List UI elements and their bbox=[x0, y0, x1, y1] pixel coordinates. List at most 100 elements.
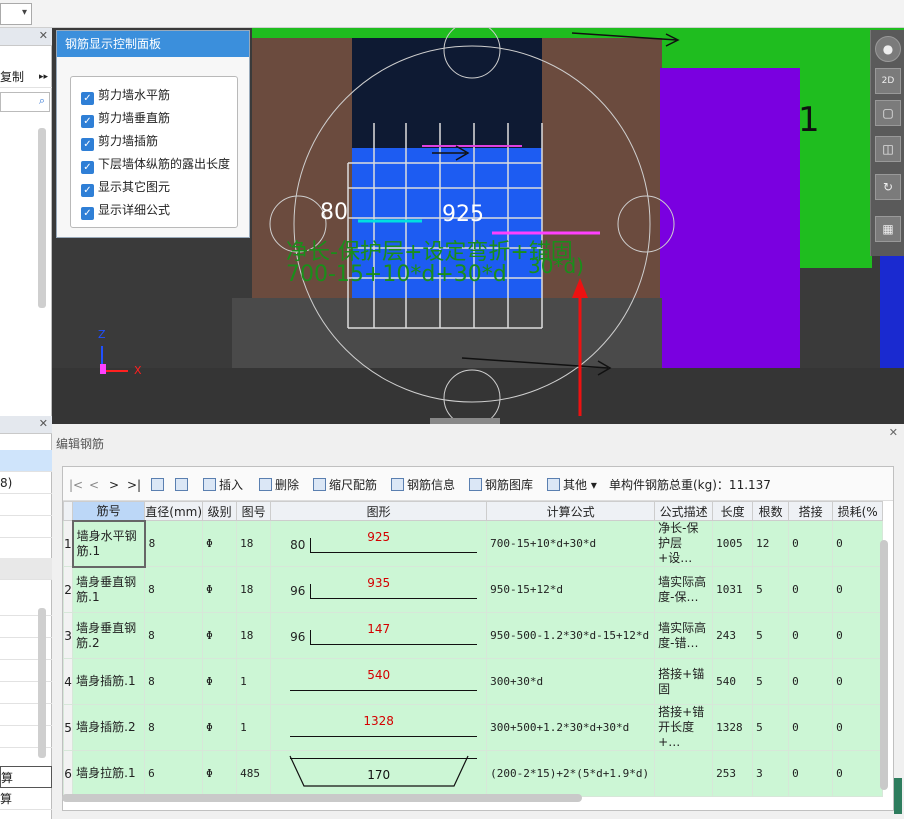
row-number[interactable]: 6 bbox=[63, 750, 74, 797]
close-icon[interactable]: ✕ bbox=[39, 29, 48, 42]
count-cell[interactable]: 5 bbox=[752, 612, 790, 659]
figure-number-cell[interactable]: 1 bbox=[236, 704, 272, 751]
move-down-icon[interactable] bbox=[175, 476, 191, 494]
figure-number-cell[interactable]: 485 bbox=[236, 750, 272, 797]
last-record-button[interactable]: >| bbox=[127, 476, 141, 494]
column-header[interactable]: 直径(mm) bbox=[144, 501, 204, 521]
table-row[interactable]: 2 墙身垂直钢筋.1 8 Φ 18 96 935 950-15+12*d 墙实际高度-保… 103… bbox=[63, 566, 884, 613]
column-header[interactable]: 长度 bbox=[712, 501, 754, 521]
checkbox-checked-icon[interactable]: ✓ bbox=[81, 92, 94, 105]
vertical-scrollbar[interactable] bbox=[880, 540, 888, 790]
count-cell[interactable]: 12 bbox=[752, 520, 790, 567]
rotate-icon[interactable]: ↻ bbox=[875, 174, 901, 200]
lap-cell[interactable]: 0 bbox=[788, 566, 834, 613]
column-header[interactable]: 计算公式 bbox=[486, 501, 656, 521]
left-lower-scrollbar[interactable] bbox=[38, 608, 46, 758]
formula-description-cell[interactable]: 搭接+错开长度+… bbox=[654, 704, 714, 751]
table-row[interactable]: 3 墙身垂直钢筋.2 8 Φ 18 96 147 950-500-1.2*30*d-15+12… bbox=[63, 612, 884, 659]
formula-cell[interactable]: 950-500-1.2*30*d-15+12*d bbox=[486, 612, 656, 659]
first-record-button[interactable]: |< bbox=[69, 476, 83, 494]
list-item[interactable] bbox=[0, 516, 52, 538]
shape-cell[interactable]: 540 bbox=[270, 658, 488, 705]
resize-grip[interactable] bbox=[894, 778, 902, 814]
length-cell[interactable]: 1005 bbox=[712, 520, 754, 567]
diameter-cell[interactable]: 8 bbox=[144, 612, 204, 659]
figure-number-cell[interactable]: 1 bbox=[236, 658, 272, 705]
loss-cell[interactable]: 0 bbox=[832, 612, 884, 659]
checkbox-checked-icon[interactable]: ✓ bbox=[81, 207, 94, 220]
table-row[interactable]: 5 墙身插筋.2 8 Φ 1 1328 300+500+1.2*30*d+30*d 搭接+错开… bbox=[63, 704, 884, 751]
grade-cell[interactable]: Φ bbox=[202, 750, 238, 797]
row-number[interactable]: 4 bbox=[63, 658, 74, 705]
formula-cell[interactable]: 950-15+12*d bbox=[486, 566, 656, 613]
diameter-cell[interactable]: 6 bbox=[144, 750, 204, 797]
chevron-down-icon[interactable]: ▾ bbox=[22, 7, 27, 18]
grade-cell[interactable]: Φ bbox=[202, 566, 238, 613]
list-item[interactable] bbox=[0, 558, 52, 580]
formula-description-cell[interactable] bbox=[654, 750, 714, 797]
row-number[interactable]: 1 bbox=[63, 520, 74, 567]
horizontal-scrollbar[interactable] bbox=[62, 794, 582, 802]
lap-cell[interactable]: 0 bbox=[788, 704, 834, 751]
other-menu-button[interactable]: 其他 ▾ bbox=[547, 476, 597, 494]
formula-cell[interactable]: 700-15+10*d+30*d bbox=[486, 520, 656, 567]
close-icon[interactable]: ✕ bbox=[39, 417, 48, 430]
grade-cell[interactable]: Φ bbox=[202, 520, 238, 567]
column-header[interactable]: 根数 bbox=[752, 501, 790, 521]
length-cell[interactable]: 1328 bbox=[712, 704, 754, 751]
layout-grid-icon[interactable]: ▦ bbox=[875, 216, 901, 242]
rebar-name-cell[interactable]: 墙身插筋.1 bbox=[72, 658, 146, 705]
formula-cell[interactable]: 300+30*d bbox=[486, 658, 656, 705]
shape-cell[interactable]: 170 bbox=[270, 750, 488, 797]
figure-number-cell[interactable]: 18 bbox=[236, 520, 272, 567]
lap-cell[interactable]: 0 bbox=[788, 520, 834, 567]
grade-cell[interactable]: Φ bbox=[202, 612, 238, 659]
option-show-detailed-formula[interactable]: ✓ 显示详细公式 bbox=[81, 200, 170, 220]
list-item[interactable]: 8) bbox=[0, 472, 52, 494]
grade-cell[interactable]: Φ bbox=[202, 704, 238, 751]
checkbox-checked-icon[interactable]: ✓ bbox=[81, 184, 94, 197]
shape-cell[interactable]: 1328 bbox=[270, 704, 488, 751]
left-search-input[interactable]: ⌕ bbox=[0, 92, 50, 112]
loss-cell[interactable]: 0 bbox=[832, 658, 884, 705]
diameter-cell[interactable]: 8 bbox=[144, 566, 204, 613]
top-combo-box[interactable]: ▾ bbox=[0, 3, 32, 25]
option-show-other-elements[interactable]: ✓ 显示其它图元 bbox=[81, 177, 170, 197]
figure-number-cell[interactable]: 18 bbox=[236, 566, 272, 613]
count-cell[interactable]: 3 bbox=[752, 750, 790, 797]
delete-button[interactable]: 删除 bbox=[259, 476, 299, 494]
lap-cell[interactable]: 0 bbox=[788, 658, 834, 705]
list-item[interactable] bbox=[0, 450, 52, 472]
length-cell[interactable]: 1031 bbox=[712, 566, 754, 613]
option-horizontal-rebar[interactable]: ✓ 剪力墙水平筋 bbox=[81, 85, 170, 105]
column-header[interactable]: 损耗(% bbox=[832, 501, 884, 521]
list-item[interactable] bbox=[0, 494, 52, 516]
formula-description-cell[interactable]: 墙实际高度-保… bbox=[654, 566, 714, 613]
formula-cell[interactable]: 300+500+1.2*30*d+30*d bbox=[486, 704, 656, 751]
table-row[interactable]: 6 墙身拉筋.1 6 Φ 485 170 (200-2*15)+2*(5*d+1.9*d) 2… bbox=[63, 750, 884, 797]
lap-cell[interactable]: 0 bbox=[788, 612, 834, 659]
list-item[interactable]: 算 bbox=[0, 766, 52, 788]
row-number[interactable]: 5 bbox=[63, 704, 74, 751]
grade-cell[interactable]: Φ bbox=[202, 658, 238, 705]
option-exposed-length[interactable]: ✓ 下层墙体纵筋的露出长度 bbox=[81, 154, 230, 174]
column-header[interactable]: 公式描述 bbox=[654, 501, 714, 521]
column-header[interactable]: 图形 bbox=[270, 501, 488, 521]
length-cell[interactable]: 243 bbox=[712, 612, 754, 659]
left-panel-toolbar-label[interactable]: 复制 ▸▸ bbox=[0, 66, 52, 88]
scale-rebar-button[interactable]: 缩尺配筋 bbox=[313, 476, 377, 494]
diameter-cell[interactable]: 8 bbox=[144, 520, 204, 567]
formula-cell[interactable]: (200-2*15)+2*(5*d+1.9*d) bbox=[486, 750, 656, 797]
option-dowel-rebar[interactable]: ✓ 剪力墙插筋 bbox=[81, 131, 158, 151]
lap-cell[interactable]: 0 bbox=[788, 750, 834, 797]
diameter-cell[interactable]: 8 bbox=[144, 658, 204, 705]
loss-cell[interactable]: 0 bbox=[832, 520, 884, 567]
checkbox-checked-icon[interactable]: ✓ bbox=[81, 138, 94, 151]
shape-cell[interactable]: 96 147 bbox=[270, 612, 488, 659]
column-header[interactable]: 筋号 bbox=[72, 501, 146, 521]
prev-record-button[interactable]: < bbox=[89, 476, 99, 494]
rebar-name-cell[interactable]: 墙身拉筋.1 bbox=[72, 750, 146, 797]
move-up-icon[interactable] bbox=[151, 476, 167, 494]
rebar-name-cell[interactable]: 墙身插筋.2 bbox=[72, 704, 146, 751]
shape-cell[interactable]: 96 935 bbox=[270, 566, 488, 613]
